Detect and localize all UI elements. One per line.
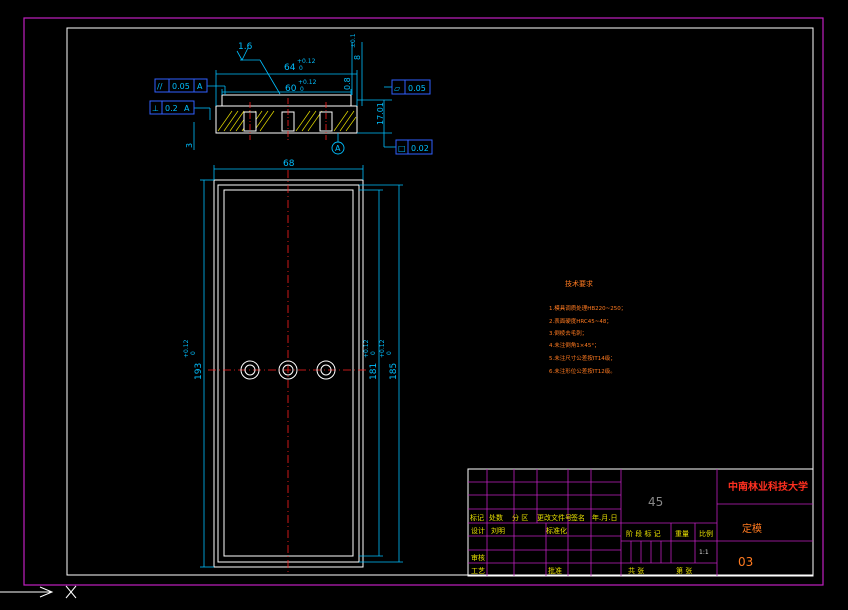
technical-notes: 技术要求 1.模具调质处理HB220~250； 2.表面硬度HRC45~48； …	[549, 279, 626, 375]
note-item: 4.未注倒角1×45°；	[549, 341, 600, 349]
note-item: 6.未注形位公差按IT12级。	[549, 367, 616, 375]
tol-parallel-value: 0.05	[172, 82, 190, 91]
plan-inner	[223, 189, 354, 557]
cad-drawing-canvas: 1.6 64 +0.12 0 60 +0.12 0 8 ±0.1 0.8 17.…	[0, 17, 824, 599]
dim-mid-plan: 181	[369, 363, 379, 380]
row-label: 标记	[470, 513, 484, 522]
outer-border	[23, 17, 824, 586]
tol-flat2-symbol: □	[398, 144, 406, 153]
ucs-arrow-icon	[0, 586, 54, 598]
sheet-label: 第 张	[676, 566, 692, 575]
note-item: 2.表面硬度HRC45~48；	[549, 317, 612, 325]
tol-flat2-value: 0.02	[411, 144, 429, 153]
dim-inner: 60	[285, 84, 297, 94]
dim-overall: 64	[284, 63, 296, 73]
ucs-x-icon	[65, 585, 77, 599]
designer-label: 设计	[471, 526, 485, 535]
approve-label: 批准	[548, 566, 562, 575]
dim-mid-plan-tol-upper: +0.12	[363, 339, 370, 358]
drawing-no: 03	[738, 555, 753, 569]
dim-height: 8	[353, 55, 362, 60]
note-item: 3.倒棱去毛刺；	[549, 329, 587, 337]
tol-flat-value: 0.05	[408, 84, 426, 93]
standardize-label: 标准化	[546, 526, 567, 535]
dim-overall-tol-lower: 0	[299, 65, 303, 72]
scale-label: 比例	[699, 529, 713, 538]
note-item: 5.未注尺寸公差按IT14级；	[549, 354, 616, 362]
tol-flat-symbol: ▱	[394, 84, 401, 93]
review-label: 审核	[471, 553, 485, 562]
scale-value: 1:1	[699, 549, 709, 556]
section-step	[221, 94, 352, 107]
tol-parallel-symbol: //	[157, 82, 163, 91]
row-label: 分 区	[512, 513, 528, 522]
dim-right: 17.01	[376, 102, 385, 125]
dim-right-plan-tol-lower: 0	[386, 351, 393, 355]
dim-mid-plan-tol-lower: 0	[370, 351, 377, 355]
dim-height-tol: ±0.1	[350, 33, 357, 48]
stage-label: 阶 段 标 记	[626, 529, 661, 538]
dim-inner-tol-upper: +0.12	[298, 79, 317, 86]
dim-left-plan-tol-lower: 0	[190, 351, 197, 355]
plan-outer	[213, 179, 364, 568]
title-block: 45 中南林业科技大学 定模 03 标记 处数 分 区 更改文件号 签名 年.月…	[467, 468, 814, 577]
row-label: 签名	[571, 513, 585, 522]
inner-border	[66, 27, 814, 576]
dim-inner-tol-lower: 0	[300, 86, 304, 93]
tol-parallel-datum: A	[197, 82, 203, 91]
row-label: 更改文件号	[537, 513, 572, 522]
dim-step: 0.8	[343, 77, 352, 90]
plan-view: 68 193 +0.12 0 181 +0.12 0 185 +0.12 0	[183, 159, 403, 572]
dim-left-plan-tol-upper: +0.12	[183, 339, 190, 358]
process-label: 工艺	[471, 567, 485, 575]
dim-width: 68	[283, 159, 295, 169]
dim-left-plan: 193	[194, 363, 204, 380]
tol-perp-datum: A	[184, 104, 190, 113]
material: 45	[648, 495, 663, 509]
plan-middle	[217, 184, 360, 563]
row-label: 处数	[489, 513, 503, 522]
designer-name: 刘明	[491, 526, 505, 535]
dim-right-plan: 185	[389, 363, 399, 380]
notes-title: 技术要求	[565, 279, 593, 288]
tol-perp-symbol: ⊥	[152, 104, 159, 113]
datum-label: A	[335, 144, 341, 153]
dim-overall-tol-upper: +0.12	[297, 58, 316, 65]
weight-label: 重量	[675, 530, 689, 538]
part-name: 定模	[742, 522, 762, 535]
dim-left: 3	[185, 143, 194, 148]
tol-perp-value: 0.2	[165, 104, 178, 113]
roughness-value: 1.6	[238, 42, 253, 52]
section-view: 1.6 64 +0.12 0 60 +0.12 0 8 ±0.1 0.8 17.…	[149, 33, 433, 155]
row-label: 年.月.日	[592, 513, 617, 522]
university: 中南林业科技大学	[728, 480, 808, 493]
dim-right-plan-tol-upper: +0.12	[379, 339, 386, 358]
sheet-total-label: 共 张	[628, 566, 644, 575]
note-item: 1.模具调质处理HB220~250；	[549, 304, 626, 312]
